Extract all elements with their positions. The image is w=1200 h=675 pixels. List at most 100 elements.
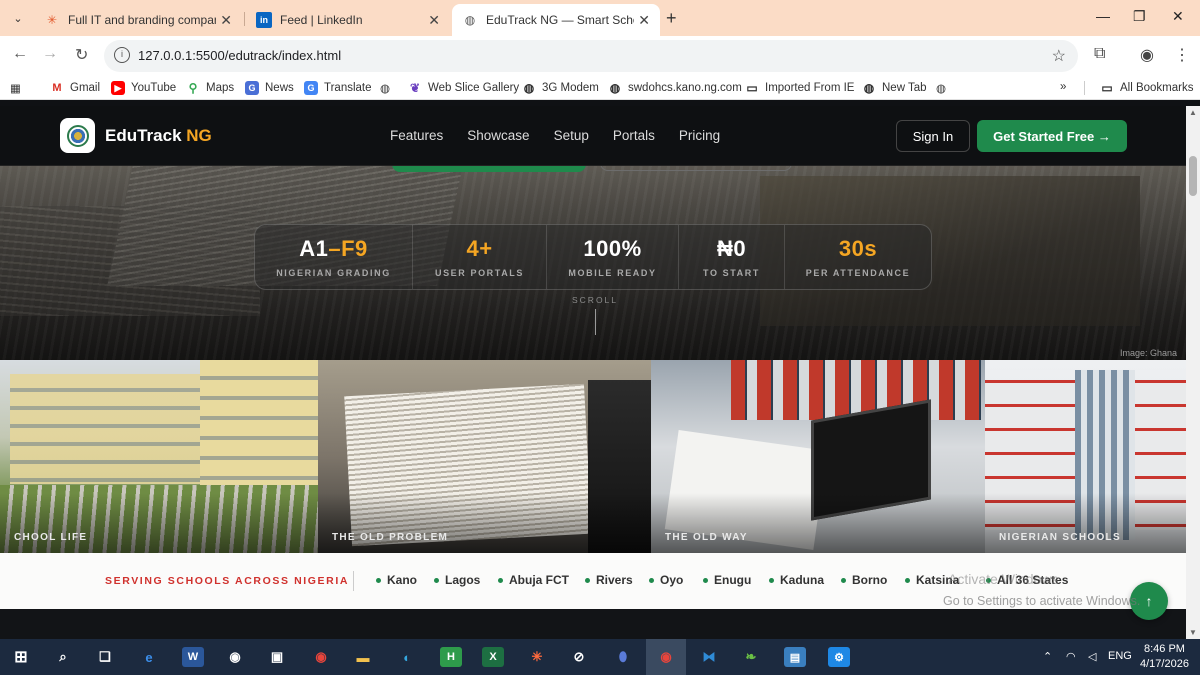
school-seal-icon [66, 124, 89, 147]
back-arrow-icon[interactable]: ← [12, 45, 28, 63]
windows-start-icon[interactable]: ⊞ [10, 647, 32, 667]
h-app-icon[interactable]: H [440, 647, 462, 667]
nav-portals[interactable]: Portals [613, 128, 655, 143]
remote-desktop-icon[interactable]: ▤ [784, 647, 806, 667]
gallery-item-old-way[interactable]: THE OLD WAY [651, 360, 985, 553]
get-started-button[interactable]: Get Started Free → [977, 120, 1127, 152]
window-close-icon[interactable]: ✕ [1172, 8, 1184, 25]
hero-primary-button-edge[interactable] [392, 166, 586, 172]
windows-taskbar: ⊞ ⌕ ❏ e W ◉ ▣ ◉ ▬ ◐ H X ✳ ⊘ ⬮ ◉ ⧓ ❧ ▤ ⚙ … [0, 639, 1200, 675]
main-nav: Features Showcase Setup Portals Pricing [390, 128, 744, 143]
brand-name[interactable]: EduTrack NG [105, 126, 212, 146]
activate-windows-subtitle: Go to Settings to activate Windows. [943, 594, 1141, 608]
gallery-gradient [318, 493, 651, 553]
file-explorer-icon[interactable]: ▬ [352, 647, 374, 667]
edge-legacy-icon[interactable]: e [138, 647, 160, 667]
search-icon[interactable]: ⌕ [52, 647, 74, 667]
site-header: EduTrack NG Features Showcase Setup Port… [0, 106, 1186, 166]
bookmark-youtube[interactable]: ▶ YouTube [111, 81, 176, 95]
restore-icon[interactable]: ❐ [1133, 8, 1146, 25]
forward-arrow-icon[interactable]: → [42, 45, 58, 63]
settings-gear-icon[interactable]: ⚙ [828, 647, 850, 667]
new-tab-plus-icon[interactable]: + [666, 8, 677, 29]
tray-chevron-icon[interactable]: ⌃ [1043, 650, 1052, 663]
keyboard-language[interactable]: ENG [1108, 650, 1132, 662]
close-icon[interactable]: ✕ [428, 12, 440, 29]
globe-icon[interactable]: ◍ [936, 81, 946, 95]
close-icon[interactable]: ✕ [220, 12, 232, 29]
extensions-puzzle-icon[interactable]: ⧉ [1094, 45, 1105, 63]
tab-full-it[interactable]: ✳ Full IT and branding company w ✕ [34, 4, 242, 36]
reload-icon[interactable]: ↻ [75, 45, 88, 65]
bookmark-gmail[interactable]: M Gmail [50, 81, 100, 95]
gallery-label: CHOOL LIFE [14, 532, 88, 543]
word-icon[interactable]: W [182, 647, 204, 667]
bookmarks-bar: ▦ M Gmail ▶ YouTube ⚲ Maps G News G Translate… [0, 76, 1200, 100]
scroll-down-arrow-icon[interactable]: ▼ [1189, 628, 1197, 637]
balloon-app-icon[interactable]: ⬮ [612, 647, 634, 667]
state-item: Kano [376, 573, 417, 587]
minimize-icon[interactable]: — [1096, 8, 1110, 24]
system-clock[interactable]: 8:46 PM 4/17/2026 [1140, 642, 1189, 672]
chrome-active-icon[interactable]: ◉ [655, 647, 677, 667]
image-credit: Image: Ghana [1120, 348, 1178, 358]
site-info-icon[interactable]: i [114, 47, 130, 63]
more-bookmarks-chevron-icon[interactable]: » [1060, 81, 1066, 93]
hero-secondary-button-edge[interactable] [600, 166, 792, 171]
all-bookmarks[interactable]: ▭ All Bookmarks [1100, 81, 1193, 95]
gallery-item-school-life[interactable]: CHOOL LIFE [0, 360, 318, 553]
github-icon[interactable]: ◉ [224, 647, 246, 667]
tab-divider [244, 12, 245, 26]
bookmark-translate[interactable]: G Translate [304, 81, 372, 95]
logo[interactable] [60, 118, 95, 153]
gallery-item-old-problem[interactable]: THE OLD PROBLEM [318, 360, 651, 553]
clock-date: 4/17/2026 [1140, 658, 1189, 670]
page-viewport: EduTrack NG Features Showcase Setup Port… [0, 106, 1186, 639]
close-icon[interactable]: ✕ [638, 12, 650, 29]
sign-in-button[interactable]: Sign In [896, 120, 970, 152]
nav-features[interactable]: Features [390, 128, 443, 143]
asterisk-app-icon[interactable]: ✳ [526, 647, 548, 667]
bookmark-web-slice[interactable]: ❦ Web Slice Gallery [408, 81, 519, 95]
web-slice-icon: ❦ [409, 81, 421, 95]
profile-avatar-icon[interactable]: ◉ [1140, 45, 1154, 65]
bookmark-maps[interactable]: ⚲ Maps [186, 81, 235, 95]
address-bar[interactable]: i 127.0.0.1:5500/edutrack/index.html ☆ [104, 40, 1078, 72]
bookmark-3g-modem[interactable]: ◍ 3G Modem [522, 81, 599, 95]
apps-grid-icon[interactable]: ▦ [10, 81, 21, 95]
task-view-icon[interactable]: ❏ [94, 647, 116, 667]
vscode-icon[interactable]: ⧓ [698, 647, 720, 667]
globe-icon[interactable]: ◍ [380, 81, 390, 95]
menu-kebab-icon[interactable]: ⋮ [1174, 45, 1190, 65]
chrome-icon[interactable]: ◉ [310, 647, 332, 667]
compass-app-icon[interactable]: ⊘ [568, 647, 590, 667]
tab-edutrack[interactable]: ◍ EduTrack NG — Smart School M ✕ [452, 4, 660, 36]
stat-grading: A1–F9 NIGERIAN GRADING [255, 225, 413, 289]
volume-icon[interactable]: ◁ [1088, 650, 1096, 663]
wifi-icon[interactable]: ◠ [1066, 650, 1076, 663]
bookmark-imported-ie[interactable]: ▭ Imported From IE [745, 81, 854, 95]
nav-showcase[interactable]: Showcase [467, 128, 529, 143]
nav-setup[interactable]: Setup [554, 128, 589, 143]
bookmark-new-tab[interactable]: ◍ New Tab [862, 81, 927, 95]
state-item: Rivers [585, 573, 633, 587]
tab-search-chevron-icon[interactable]: ⌄ [6, 6, 30, 30]
scroll-thumb[interactable] [1189, 156, 1197, 196]
leaf-app-icon[interactable]: ❧ [740, 647, 762, 667]
states-divider [353, 571, 354, 591]
bookmark-star-icon[interactable]: ☆ [1052, 46, 1066, 66]
store-icon[interactable]: ▣ [266, 647, 288, 667]
excel-icon[interactable]: X [482, 647, 504, 667]
gallery-label: THE OLD PROBLEM [332, 532, 449, 543]
bookmark-swdohcs[interactable]: ◍ swdohcs.kano.ng.com [608, 81, 742, 95]
gallery-item-nigerian-schools[interactable]: NIGERIAN SCHOOLS [985, 360, 1186, 553]
url-text[interactable]: 127.0.0.1:5500/edutrack/index.html [138, 48, 341, 63]
bookmark-news[interactable]: G News [245, 81, 294, 95]
nav-pricing[interactable]: Pricing [679, 128, 720, 143]
edge-icon[interactable]: ◐ [396, 647, 418, 667]
stat-value: ₦0 [716, 236, 747, 261]
scroll-up-arrow-icon[interactable]: ▲ [1189, 108, 1197, 117]
tab-linkedin[interactable]: in Feed | LinkedIn ✕ [246, 4, 450, 36]
page-scrollbar[interactable]: ▲ ▼ [1186, 106, 1200, 639]
stats-bar: A1–F9 NIGERIAN GRADING 4+ USER PORTALS 1… [254, 224, 932, 290]
